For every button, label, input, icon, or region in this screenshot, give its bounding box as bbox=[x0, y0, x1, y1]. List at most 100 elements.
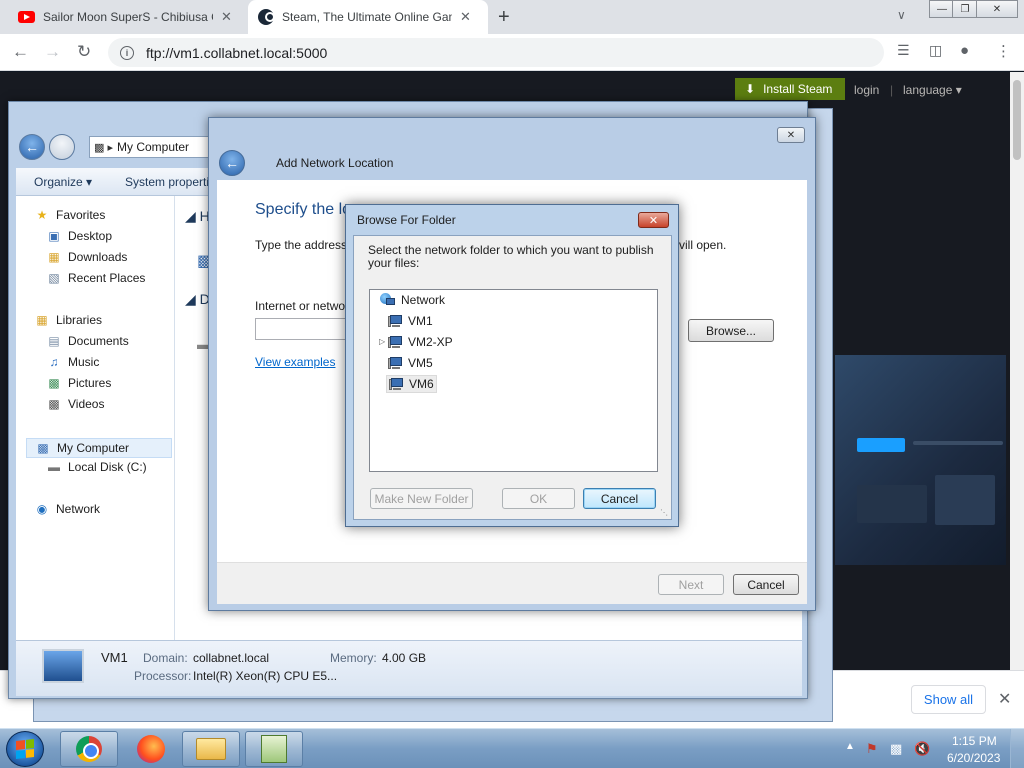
next-button[interactable]: Next bbox=[658, 574, 724, 595]
wizard-back-button[interactable]: ← bbox=[219, 150, 245, 176]
folder-tree[interactable]: Network VM1 ▷ VM2-XP VM5 VM6 bbox=[369, 289, 658, 472]
tab-steam[interactable]: Steam, The Ultimate Online Gam ✕ bbox=[248, 0, 488, 34]
login-link[interactable]: login bbox=[854, 83, 879, 97]
page-scrollbar[interactable] bbox=[1010, 72, 1024, 670]
address-bar[interactable]: i ftp://vm1.collabnet.local:5000 bbox=[108, 38, 884, 67]
star-icon: ★ bbox=[36, 208, 48, 222]
show-all-button[interactable]: Show all bbox=[911, 685, 986, 714]
explorer-address-text: My Computer bbox=[116, 140, 190, 154]
language-dropdown[interactable]: language ▾ bbox=[903, 83, 962, 97]
reload-icon[interactable]: ↻ bbox=[77, 42, 91, 62]
browse-cancel-button[interactable]: Cancel bbox=[583, 488, 656, 509]
install-steam-button[interactable]: ⬇ Install Steam bbox=[735, 78, 845, 100]
restore-button[interactable]: ❐ bbox=[952, 0, 978, 18]
browse-button[interactable]: Browse... bbox=[688, 319, 774, 342]
clock-time[interactable]: 1:15 PM bbox=[952, 734, 997, 748]
steam-hero-image bbox=[835, 355, 1006, 565]
nav-my-computer[interactable]: ▩ My Computer bbox=[26, 438, 172, 458]
organize-button[interactable]: Organize ▾ bbox=[34, 175, 92, 189]
action-center-flag-icon[interactable]: ⚑ bbox=[866, 741, 882, 757]
computer-icon bbox=[388, 335, 403, 349]
nav-downloads[interactable]: ▦ Downloads bbox=[46, 250, 127, 264]
site-info-icon[interactable]: i bbox=[120, 45, 134, 60]
clock-date[interactable]: 6/20/2023 bbox=[947, 751, 1000, 765]
profile-icon[interactable]: ● bbox=[960, 42, 969, 59]
tab-youtube[interactable]: Sailor Moon SuperS - Chibiusa G ✕ bbox=[8, 0, 248, 34]
wizard-close-button[interactable]: ✕ bbox=[777, 127, 805, 143]
wizard-heading: Specify the lo bbox=[255, 201, 352, 218]
detail-domain-label: Domain: bbox=[143, 651, 188, 665]
scrollbar-thumb[interactable] bbox=[1013, 80, 1021, 160]
nav-label: Downloads bbox=[68, 250, 128, 264]
browse-close-button[interactable]: ✕ bbox=[638, 212, 669, 228]
tab-close-icon[interactable]: ✕ bbox=[221, 9, 232, 25]
libraries-icon: ▦ bbox=[36, 313, 48, 327]
nav-pictures[interactable]: ▩ Pictures bbox=[46, 376, 111, 390]
nav-label: Desktop bbox=[68, 229, 113, 243]
view-examples-link[interactable]: View examples bbox=[255, 355, 335, 369]
hero-play-button bbox=[857, 438, 905, 452]
expand-arrow-icon[interactable]: ▷ bbox=[379, 337, 385, 346]
taskbar-explorer[interactable] bbox=[182, 731, 240, 767]
back-arrow-icon[interactable]: ← bbox=[12, 42, 29, 62]
nav-favorites[interactable]: ★ Favorites bbox=[34, 208, 106, 222]
network-icon bbox=[380, 293, 396, 307]
show-desktop-button[interactable] bbox=[1010, 729, 1024, 768]
close-download-shelf-icon[interactable]: ✕ bbox=[998, 689, 1011, 709]
nav-local-disk[interactable]: ▬ Local Disk (C:) bbox=[46, 460, 147, 474]
address-url[interactable]: ftp://vm1.collabnet.local:5000 bbox=[146, 45, 327, 61]
make-new-folder-button[interactable]: Make New Folder bbox=[370, 488, 473, 509]
network-tray-icon[interactable]: ▩ bbox=[890, 741, 906, 757]
nav-videos[interactable]: ▩ Videos bbox=[46, 397, 104, 411]
wizard-cancel-button[interactable]: Cancel bbox=[733, 574, 799, 595]
tab-search-chevron-icon[interactable]: ∨ bbox=[897, 8, 906, 22]
forward-arrow-icon[interactable]: → bbox=[44, 42, 61, 62]
tree-item-vm5[interactable]: VM5 bbox=[386, 354, 435, 372]
browser-toolbar: ← → ↻ i ftp://vm1.collabnet.local:5000 ☰… bbox=[0, 34, 1024, 71]
internet-address-input[interactable] bbox=[255, 318, 349, 340]
explorer-navigation-pane: ★ Favorites ▣ Desktop ▦ Downloads ▧ Rece… bbox=[16, 196, 175, 640]
nav-libraries[interactable]: ▦ Libraries bbox=[34, 313, 102, 327]
nav-desktop[interactable]: ▣ Desktop bbox=[46, 229, 112, 243]
explorer-back-button[interactable]: ← bbox=[19, 134, 45, 160]
install-steam-label: Install Steam bbox=[763, 82, 833, 96]
windows-taskbar: ▲ ⚑ ▩ 🔇 1:15 PM 6/20/2023 bbox=[0, 728, 1024, 768]
menu-kebab-icon[interactable]: ⋮ bbox=[996, 42, 1011, 60]
wizard-description-end: vill open. bbox=[679, 238, 727, 252]
taskbar-firefox[interactable] bbox=[122, 731, 180, 767]
computer-icon: ▩ ▸ bbox=[94, 141, 113, 154]
computer-icon: ▩ bbox=[37, 441, 49, 455]
resize-grip-icon[interactable]: ⋱ bbox=[660, 508, 668, 517]
tree-label: VM5 bbox=[408, 356, 433, 370]
tab-title: Sailor Moon SuperS - Chibiusa G bbox=[43, 10, 213, 24]
hero-progress bbox=[913, 441, 1003, 445]
ok-button[interactable]: OK bbox=[502, 488, 575, 509]
explorer-address-bar[interactable]: ▩ ▸ My Computer bbox=[89, 136, 215, 158]
taskbar-chrome[interactable] bbox=[60, 731, 118, 767]
explorer-forward-button[interactable] bbox=[49, 134, 75, 160]
side-panel-icon[interactable]: ◫ bbox=[929, 42, 942, 59]
nav-music[interactable]: ♫ Music bbox=[46, 355, 100, 369]
music-icon: ♫ bbox=[49, 355, 59, 369]
nav-recent-places[interactable]: ▧ Recent Places bbox=[46, 271, 145, 285]
system-properties-button[interactable]: System properti bbox=[125, 175, 209, 189]
taskbar-network-wizard[interactable] bbox=[245, 731, 303, 767]
tab-close-icon[interactable]: ✕ bbox=[460, 9, 471, 25]
tree-item-vm2-xp[interactable]: VM2-XP bbox=[386, 333, 455, 351]
computer-icon bbox=[388, 356, 403, 370]
new-tab-button[interactable]: + bbox=[498, 6, 510, 29]
tab-title: Steam, The Ultimate Online Gam bbox=[282, 10, 452, 24]
tree-label: Network bbox=[401, 293, 446, 307]
start-button[interactable] bbox=[6, 731, 44, 767]
tree-item-vm1[interactable]: VM1 bbox=[386, 312, 435, 330]
volume-muted-icon[interactable]: 🔇 bbox=[914, 741, 930, 757]
tray-expand-icon[interactable]: ▲ bbox=[845, 741, 855, 752]
nav-network[interactable]: ◉ Network bbox=[34, 502, 100, 516]
tree-item-network[interactable]: Network bbox=[378, 291, 447, 309]
nav-documents[interactable]: ▤ Documents bbox=[46, 334, 128, 348]
tree-item-vm6[interactable]: VM6 bbox=[386, 375, 437, 393]
wizard-footer: Next Cancel bbox=[217, 562, 807, 604]
media-controls-icon[interactable]: ☰ bbox=[897, 42, 910, 59]
close-window-button[interactable]: ✕ bbox=[976, 0, 1018, 18]
windows-logo-icon bbox=[16, 739, 34, 759]
